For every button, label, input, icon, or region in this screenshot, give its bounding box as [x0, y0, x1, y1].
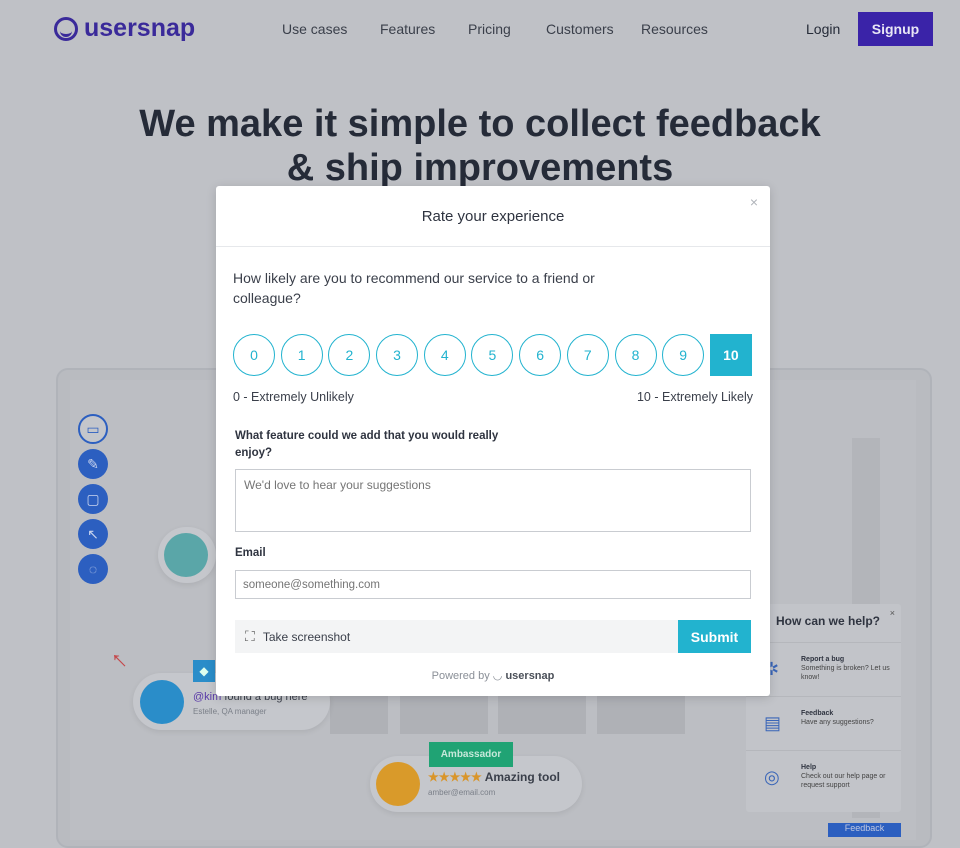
ambassador-badge: Ambassador [429, 742, 513, 767]
item-title: Help [801, 764, 817, 771]
hero-heading: We make it simple to collect feedback & s… [0, 102, 960, 190]
nps-option-1[interactable]: 1 [280, 334, 323, 376]
screenshot-icon: ⛶ [245, 628, 255, 644]
item-title: Report a bug [801, 656, 845, 663]
powered-by[interactable]: Powered by ◡ usersnap [216, 669, 770, 682]
mockup-tile [597, 696, 685, 734]
login-link[interactable]: Login [806, 21, 840, 37]
chat-icon: ▤ [764, 713, 782, 733]
pen-tool-icon[interactable]: ✎ [78, 449, 108, 479]
nps-option-10[interactable]: 10 [709, 334, 752, 376]
help-item-help[interactable]: ◎ Help Check out our help page or request … [746, 750, 901, 804]
nps-option-9[interactable]: 9 [662, 334, 705, 376]
nav-use-cases[interactable]: Use cases [282, 21, 347, 37]
mockup-tile [400, 696, 488, 734]
usersnap-logo[interactable]: usersnap [54, 14, 195, 43]
email-input[interactable] [235, 570, 751, 599]
nav-pricing[interactable]: Pricing [468, 21, 511, 37]
feature-textarea[interactable] [235, 469, 751, 532]
review-text: Amazing tool [484, 770, 561, 784]
bug-role: Estelle, QA manager [193, 707, 267, 716]
hero-line-2: & ship improvements [286, 147, 674, 189]
rating-modal: Rate your experience × How likely are yo… [216, 186, 770, 696]
jira-icon: ◆ [193, 660, 215, 682]
nps-option-5[interactable]: 5 [471, 334, 514, 376]
nps-option-8[interactable]: 8 [614, 334, 657, 376]
close-icon[interactable]: × [750, 194, 758, 210]
email-label: Email [235, 547, 266, 559]
brand-name: usersnap [505, 670, 555, 682]
review-email: amber@email.com [428, 788, 496, 797]
hero-line-1: We make it simple to collect feedback [139, 103, 821, 145]
item-desc: Check out our help page or request suppo… [801, 773, 886, 789]
powered-by-text: Powered by [431, 670, 490, 682]
feature-label: What feature could we add that you would… [235, 430, 499, 459]
modal-title: Rate your experience [216, 186, 770, 247]
usersnap-logo-icon: ◡ [492, 670, 503, 682]
mockup-tile [498, 696, 586, 734]
avatar [164, 533, 208, 577]
nav-features[interactable]: Features [380, 21, 435, 37]
support-icon: ◎ [764, 767, 780, 787]
nps-option-2[interactable]: 2 [328, 334, 371, 376]
nps-option-3[interactable]: 3 [376, 334, 419, 376]
logo-text: usersnap [84, 14, 196, 42]
nps-option-6[interactable]: 6 [519, 334, 562, 376]
comment-tool-icon[interactable]: ▭ [78, 414, 108, 444]
mockup-tile [330, 696, 388, 734]
nps-option-4[interactable]: 4 [423, 334, 466, 376]
item-title: Feedback [801, 710, 834, 717]
nav-customers[interactable]: Customers [546, 21, 614, 37]
help-title: How can we help? [776, 614, 881, 628]
top-nav: usersnap Use cases Features Pricing Cust… [0, 0, 960, 58]
logo-icon [54, 16, 78, 41]
nps-question: How likely are you to recommend our serv… [233, 270, 595, 306]
nps-scale: 0 1 2 3 4 5 6 7 8 9 10 [233, 334, 752, 376]
user-avatar-card [158, 527, 216, 583]
avatar [140, 680, 184, 724]
high-label: 10 - Extremely Likely [636, 390, 753, 404]
nps-option-7[interactable]: 7 [566, 334, 609, 376]
rectangle-tool-icon[interactable]: ▢ [78, 484, 108, 514]
close-icon[interactable]: × [890, 608, 895, 618]
hide-tool-icon[interactable]: ◌ [78, 554, 108, 584]
item-desc: Have any suggestions? [801, 719, 874, 726]
arrow-tool-icon[interactable]: ↖ [78, 519, 108, 549]
low-label: 0 - Extremely Unlikely [233, 390, 354, 404]
nav-resources[interactable]: Resources [641, 21, 708, 37]
item-desc: Something is broken? Let us know! [801, 665, 890, 681]
screenshot-label: Take screenshot [262, 629, 351, 644]
nps-option-0[interactable]: 0 [233, 334, 275, 376]
submit-button[interactable]: Submit [678, 620, 751, 653]
signup-button[interactable]: Signup [858, 12, 933, 46]
help-item-feedback[interactable]: ▤ Feedback Have any suggestions? [746, 696, 901, 750]
avatar [376, 762, 420, 806]
take-screenshot-button[interactable]: ⛶ Take screenshot [235, 620, 678, 653]
star-rating: ★★★★★ [428, 770, 482, 784]
